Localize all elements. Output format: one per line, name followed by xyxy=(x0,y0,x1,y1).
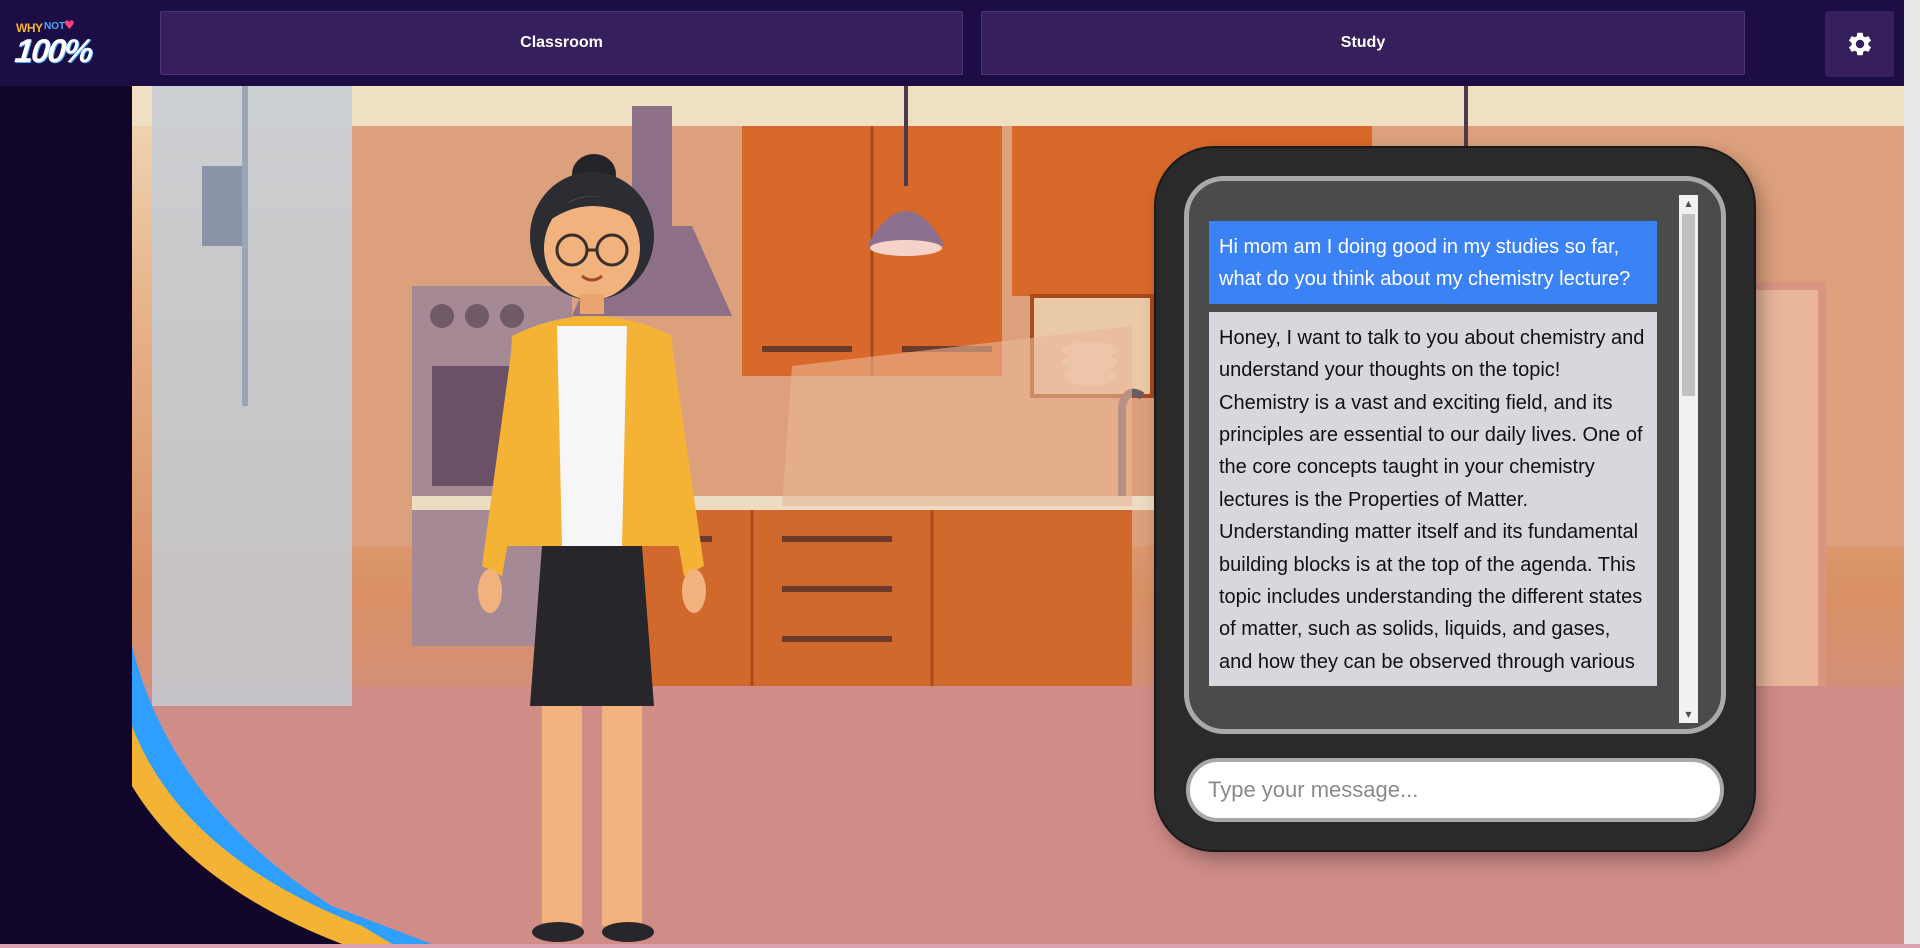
study-button-label: Study xyxy=(1340,34,1386,51)
teacher-avatar xyxy=(478,154,706,942)
why-not-100-logo[interactable]: WHY NOT ♥ 100% xyxy=(13,18,93,69)
classroom-button-label: Classroom xyxy=(520,34,603,51)
logo-word-not: NOT xyxy=(44,21,66,32)
page-scrollbar[interactable] xyxy=(1904,0,1920,948)
scroll-down-arrow-icon[interactable]: ▼ xyxy=(1679,706,1698,723)
bottom-border xyxy=(0,944,1920,948)
heart-icon: ♥ xyxy=(64,18,75,32)
chat-messages-area[interactable]: Hi mom am I doing good in my studies so … xyxy=(1184,176,1726,734)
logo-word-100: 100% xyxy=(13,32,94,69)
assistant-message: Honey, I want to talk to you about chemi… xyxy=(1209,311,1657,687)
user-message: Hi mom am I doing good in my studies so … xyxy=(1209,221,1657,304)
classroom-button[interactable]: Classroom xyxy=(160,11,963,75)
message-list: Hi mom am I doing good in my studies so … xyxy=(1209,221,1659,729)
scrollbar-thumb[interactable] xyxy=(1682,214,1695,396)
scroll-up-arrow-icon[interactable]: ▲ xyxy=(1679,195,1698,212)
gear-icon xyxy=(1848,32,1871,56)
chat-scrollbar[interactable]: ▲ ▼ xyxy=(1679,195,1698,723)
settings-button[interactable] xyxy=(1825,11,1894,77)
left-sidebar-strip xyxy=(0,86,132,948)
message-input[interactable] xyxy=(1186,758,1724,822)
study-button[interactable]: Study xyxy=(981,11,1745,75)
top-navbar: WHY NOT ♥ 100% Classroom Study xyxy=(0,0,1904,86)
